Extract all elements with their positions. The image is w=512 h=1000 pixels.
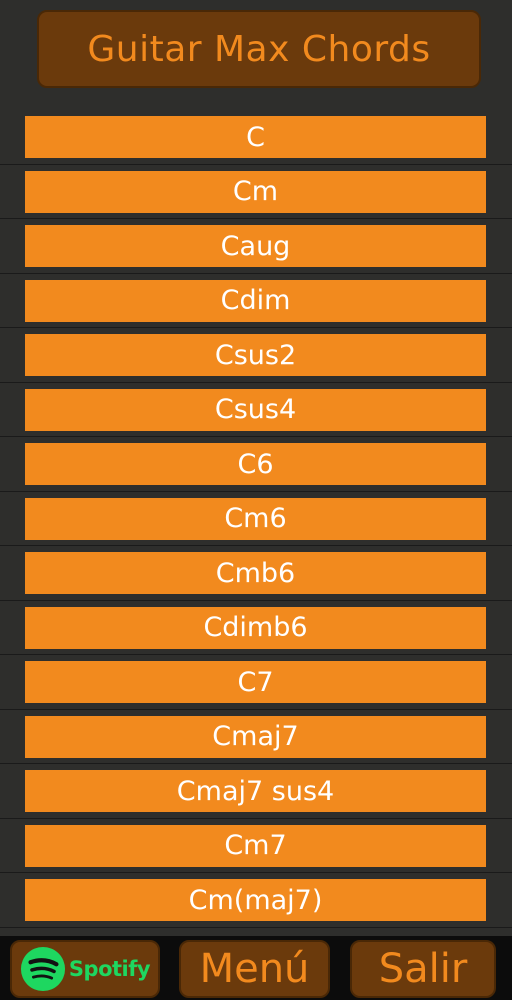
list-item: Cmaj7 [0,710,512,764]
list-item: Cm(maj7) [0,873,512,928]
exit-button[interactable]: Salir [350,940,496,998]
list-item: C7 [0,655,512,710]
list-item: C6 [0,437,512,492]
list-item: Csus4 [0,383,512,437]
menu-button[interactable]: Menú [179,940,330,998]
chord-button-cm-maj7[interactable]: Cm(maj7) [25,879,486,921]
chord-button-cdim[interactable]: Cdim [25,279,486,322]
list-item: Caug [0,219,512,274]
list-item: Cdimb6 [0,601,512,655]
app-screen: Guitar Max Chords C Cm Caug Cdim Csus2 C… [0,0,512,1000]
list-item: Cm7 [0,819,512,873]
chord-button-c7[interactable]: C7 [25,661,486,703]
list-item: Cmaj7 sus4 [0,764,512,819]
list-item: Csus2 [0,328,512,383]
list-item: C [0,110,512,165]
chord-button-csus2[interactable]: Csus2 [25,334,486,376]
chord-button-cmb6[interactable]: Cmb6 [25,552,486,594]
chord-button-c6[interactable]: C6 [25,443,486,485]
spotify-label: Spotify [68,957,151,981]
chord-button-c[interactable]: C [25,116,486,158]
list-item: Cm6 [0,492,512,546]
chord-button-csus4[interactable]: Csus4 [25,388,486,431]
list-item: Cdim [0,274,512,328]
chord-button-caug[interactable]: Caug [25,225,486,267]
bottom-bar: Spotify Menú Salir [0,936,512,1000]
spotify-button[interactable]: Spotify [10,940,160,998]
chord-button-cm[interactable]: Cm [25,170,486,213]
chord-button-cm6[interactable]: Cm6 [25,497,486,540]
chord-list[interactable]: C Cm Caug Cdim Csus2 Csus4 C6 Cm6 Cmb6 C… [0,110,512,936]
app-title: Guitar Max Chords [87,28,431,70]
spotify-icon [20,946,65,992]
chord-button-cmaj7[interactable]: Cmaj7 [25,715,486,758]
chord-button-cdimb6[interactable]: Cdimb6 [25,606,486,649]
app-header: Guitar Max Chords [37,10,481,88]
list-item: Cmb6 [0,546,512,601]
chord-button-cm7[interactable]: Cm7 [25,824,486,867]
chord-button-cmaj7-sus4[interactable]: Cmaj7 sus4 [25,770,486,812]
spotify-logo: Spotify [20,946,151,992]
list-item: Cm [0,165,512,219]
